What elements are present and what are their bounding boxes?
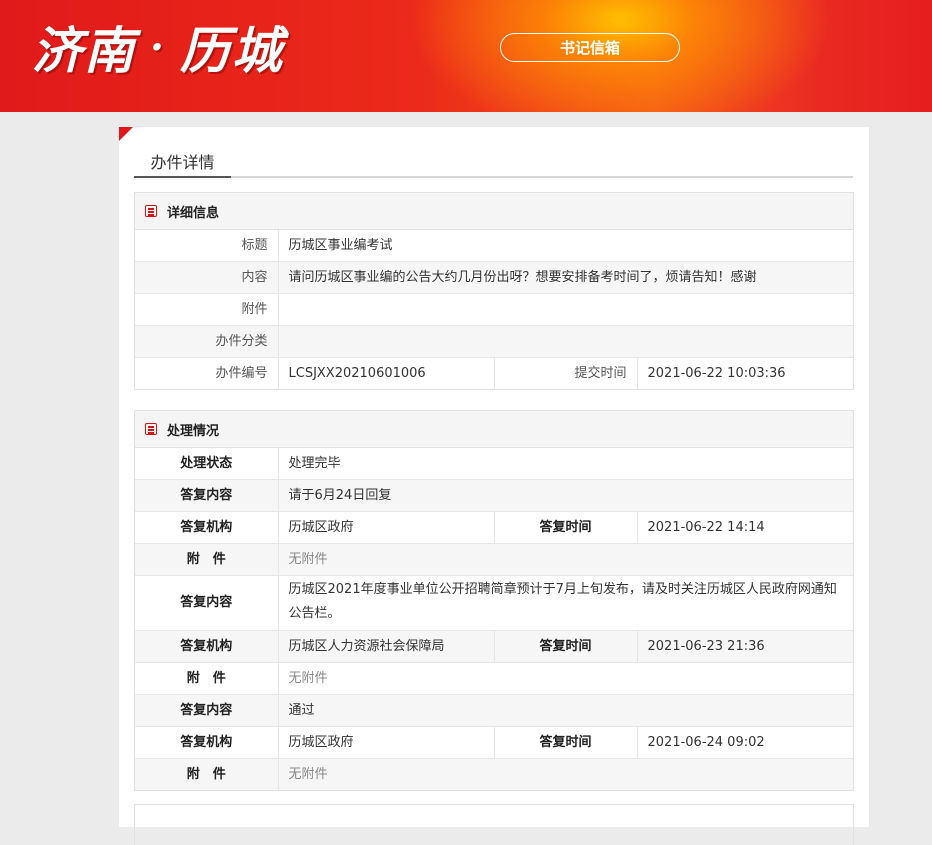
reply-org-label: 答复机构 bbox=[135, 726, 279, 759]
handling-section-title: 处理情况 bbox=[167, 423, 220, 439]
category-value bbox=[278, 325, 853, 358]
detail-section-title: 详细信息 bbox=[167, 205, 220, 221]
reply-content-label: 答复内容 bbox=[135, 694, 279, 727]
reply-time-value: 2021-06-24 09:02 bbox=[637, 726, 853, 759]
category-label: 办件分类 bbox=[135, 325, 279, 358]
submit-time-label: 提交时间 bbox=[493, 357, 638, 389]
reply-attachment-value: 无附件 bbox=[278, 543, 853, 576]
handling-panel: 处理情况 处理状态 处理完毕 答复内容 请于6月24日回复 答复机构 历城区政府… bbox=[134, 410, 854, 791]
logo-text-licheng: 历城 bbox=[179, 21, 284, 80]
reply-time-value: 2021-06-23 21:36 bbox=[637, 630, 853, 663]
list-icon bbox=[145, 205, 157, 217]
content-label: 内容 bbox=[135, 261, 279, 294]
content-card: 办件详情 详细信息 标题 历城区事业编考试 内容 请问历城区事业编的公告大约几月… bbox=[119, 127, 869, 845]
table-row: 标题 历城区事业编考试 bbox=[135, 230, 853, 262]
logo-text-jinan: 济南 bbox=[32, 21, 136, 80]
reply-content-label: 答复内容 bbox=[135, 479, 279, 512]
table-row: 办件分类 bbox=[135, 325, 853, 358]
secretary-mailbox-button[interactable]: 书记信箱 bbox=[500, 33, 680, 62]
title-value: 历城区事业编考试 bbox=[288, 237, 393, 253]
reply-org-value: 历城区政府 bbox=[278, 726, 494, 759]
table-row: 答复机构 历城区政府 答复时间 2021-06-22 14:14 bbox=[135, 511, 853, 544]
table-row: 答复机构 历城区政府 答复时间 2021-06-24 09:02 bbox=[135, 726, 853, 759]
handling-table: 处理状态 处理完毕 答复内容 请于6月24日回复 答复机构 历城区政府 答复时间… bbox=[135, 448, 853, 790]
next-panel-edge bbox=[134, 804, 854, 845]
site-logo[interactable]: 济南 · 历城 bbox=[32, 14, 284, 80]
reply-content-label: 答复内容 bbox=[135, 575, 279, 631]
table-row: 答复机构 历城区人力资源社会保障局 答复时间 2021-06-23 21:36 bbox=[135, 630, 853, 663]
handling-panel-header: 处理情况 bbox=[135, 411, 853, 448]
corner-accent bbox=[119, 127, 133, 141]
table-row: 答复内容 请于6月24日回复 bbox=[135, 479, 853, 512]
reply-content-value: 历城区2021年度事业单位公开招聘简章预计于7月上旬发布，请及时关注历城区人民政… bbox=[278, 575, 853, 631]
case-number-value: LCSJXX20210601006 bbox=[278, 357, 494, 389]
reply-time-label: 答复时间 bbox=[493, 630, 638, 663]
table-row: 答复内容 通过 bbox=[135, 694, 853, 727]
reply-org-label: 答复机构 bbox=[135, 511, 279, 544]
reply-time-value: 2021-06-22 14:14 bbox=[637, 511, 853, 544]
header-banner: 济南 · 历城 书记信箱 bbox=[0, 0, 932, 112]
reply-org-value: 历城区政府 bbox=[278, 511, 494, 544]
title-label: 标题 bbox=[135, 230, 279, 262]
table-row: 附 件 无附件 bbox=[135, 543, 853, 576]
detail-table: 标题 历城区事业编考试 内容 请问历城区事业编的公告大约几月份出呀？想要安排备考… bbox=[135, 230, 853, 389]
reply-time-label: 答复时间 bbox=[493, 726, 638, 759]
status-value: 处理完毕 bbox=[288, 455, 341, 471]
table-row: 内容 请问历城区事业编的公告大约几月份出呀？想要安排备考时间了，烦请告知！感谢 bbox=[135, 261, 853, 294]
table-row: 附件 bbox=[135, 293, 853, 326]
reply-org-value: 历城区人力资源社会保障局 bbox=[278, 630, 494, 663]
tab-case-detail[interactable]: 办件详情 bbox=[134, 145, 231, 178]
reply-attachment-label: 附 件 bbox=[135, 758, 279, 790]
reply-attachment-label: 附 件 bbox=[135, 662, 279, 695]
reply-time-label: 答复时间 bbox=[493, 511, 638, 544]
reply-attachment-value: 无附件 bbox=[278, 758, 853, 790]
reply-attachment-value: 无附件 bbox=[278, 662, 853, 695]
content-value: 请问历城区事业编的公告大约几月份出呀？想要安排备考时间了，烦请告知！感谢 bbox=[278, 261, 853, 294]
attachment-label: 附件 bbox=[135, 293, 279, 326]
reply-content-value: 请于6月24日回复 bbox=[278, 479, 853, 512]
submit-time-value: 2021-06-22 10:03:36 bbox=[637, 357, 853, 389]
reply-attachment-label: 附 件 bbox=[135, 543, 279, 576]
table-row: 附 件 无附件 bbox=[135, 662, 853, 695]
table-row: 处理状态 处理完毕 bbox=[135, 448, 853, 480]
status-label: 处理状态 bbox=[135, 448, 279, 480]
attachment-value bbox=[278, 293, 853, 326]
detail-panel-header: 详细信息 bbox=[135, 193, 853, 230]
reply-content-value: 通过 bbox=[278, 694, 853, 727]
reply-org-label: 答复机构 bbox=[135, 630, 279, 663]
case-number-label: 办件编号 bbox=[135, 357, 279, 389]
list-icon bbox=[145, 423, 157, 435]
logo-separator: · bbox=[150, 23, 166, 71]
table-row: 附 件 无附件 bbox=[135, 758, 853, 790]
table-row: 答复内容 历城区2021年度事业单位公开招聘简章预计于7月上旬发布，请及时关注历… bbox=[135, 575, 853, 631]
page-tab-bar: 办件详情 bbox=[134, 145, 853, 178]
table-row: 办件编号 LCSJXX20210601006 提交时间 2021-06-22 1… bbox=[135, 357, 853, 389]
detail-panel: 详细信息 标题 历城区事业编考试 内容 请问历城区事业编的公告大约几月份出呀？想… bbox=[134, 192, 854, 390]
